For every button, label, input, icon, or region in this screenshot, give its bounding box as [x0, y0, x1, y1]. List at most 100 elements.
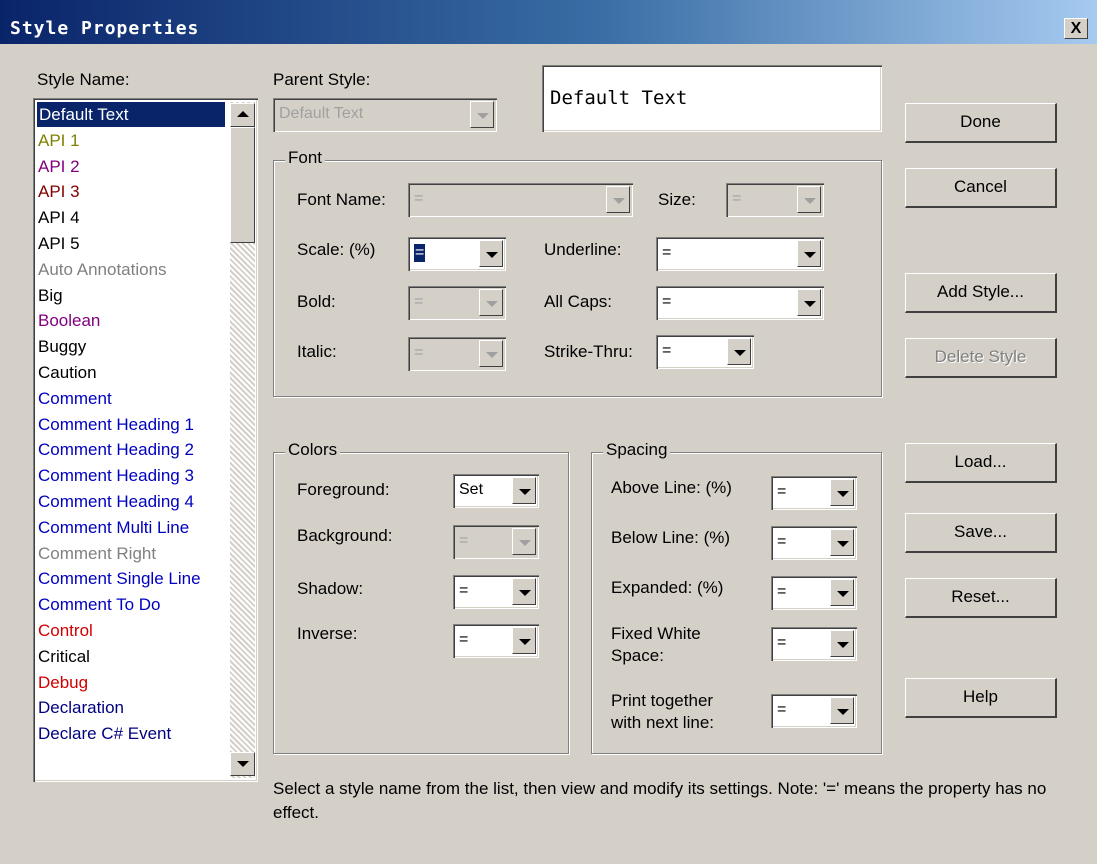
print-together-label: Print together with next line:: [611, 690, 714, 734]
chevron-down-icon: [837, 541, 849, 547]
help-text: Select a style name from the list, then …: [273, 779, 1047, 822]
print-together-label-line1: Print together: [611, 691, 714, 710]
below-line-select[interactable]: =: [771, 526, 857, 560]
print-together-dropdown[interactable]: [830, 697, 854, 724]
above-line-select[interactable]: =: [771, 476, 857, 510]
list-item[interactable]: Caution: [38, 360, 97, 385]
background-label: Background:: [297, 526, 393, 545]
list-item[interactable]: Comment Multi Line: [38, 515, 189, 540]
background-dropdown: [512, 528, 536, 555]
inverse-select[interactable]: =: [453, 624, 539, 658]
list-item[interactable]: Comment Single Line: [38, 566, 201, 591]
list-item[interactable]: Control: [38, 618, 93, 643]
allcaps-dropdown[interactable]: [797, 289, 821, 316]
underline-value: =: [662, 244, 672, 261]
style-name-label: Style Name:: [37, 70, 130, 89]
shadow-dropdown[interactable]: [512, 578, 536, 605]
strike-thru-select[interactable]: =: [656, 335, 754, 369]
help-button[interactable]: Help: [905, 678, 1057, 718]
allcaps-label: All Caps:: [544, 292, 613, 311]
load-button[interactable]: Load...: [905, 443, 1057, 483]
chevron-down-icon: [804, 301, 816, 307]
foreground-select[interactable]: Set: [453, 474, 539, 508]
font-name-label: Font Name:: [297, 190, 386, 209]
done-button[interactable]: Done: [905, 103, 1057, 143]
list-item[interactable]: Comment Right: [38, 541, 156, 566]
colors-group-title: Colors: [285, 440, 341, 460]
underline-label: Underline:: [544, 240, 622, 259]
strike-thru-value: =: [662, 342, 672, 359]
add-style-button[interactable]: Add Style...: [905, 273, 1057, 313]
size-label: Size:: [658, 190, 696, 209]
list-item[interactable]: Comment Heading 1: [38, 412, 194, 437]
above-line-dropdown[interactable]: [830, 479, 854, 506]
underline-dropdown[interactable]: [797, 240, 821, 267]
preview-text: Default Text: [550, 87, 688, 109]
fixed-white-space-dropdown[interactable]: [830, 630, 854, 657]
inverse-dropdown[interactable]: [512, 627, 536, 654]
close-button[interactable]: X: [1064, 18, 1088, 39]
chevron-down-icon: [734, 350, 746, 356]
above-line-value: =: [777, 483, 787, 500]
print-together-select[interactable]: =: [771, 694, 857, 728]
fixed-white-space-select[interactable]: =: [771, 627, 857, 661]
parent-style-value: Default Text: [279, 105, 364, 122]
reset-button[interactable]: Reset...: [905, 578, 1057, 618]
bold-label: Bold:: [297, 292, 336, 311]
list-item[interactable]: Comment: [38, 386, 112, 411]
italic-select: =: [408, 337, 506, 371]
arrow-up-icon: [237, 111, 249, 117]
list-item[interactable]: API 1: [38, 128, 80, 153]
save-button[interactable]: Save...: [905, 513, 1057, 553]
font-name-value: =: [414, 190, 424, 207]
list-item[interactable]: API 4: [38, 205, 80, 230]
inverse-value: =: [459, 631, 469, 648]
strike-thru-dropdown[interactable]: [727, 338, 751, 365]
arrow-down-icon: [237, 761, 249, 767]
list-item[interactable]: Debug: [38, 670, 88, 695]
foreground-label: Foreground:: [297, 480, 390, 499]
scale-select[interactable]: =: [408, 237, 506, 271]
list-item[interactable]: Critical: [38, 644, 90, 669]
scroll-up-button[interactable]: [230, 103, 255, 127]
underline-select[interactable]: =: [656, 237, 824, 271]
foreground-dropdown[interactable]: [512, 477, 536, 504]
list-item[interactable]: Declare C# Event: [38, 721, 171, 746]
expanded-select[interactable]: =: [771, 576, 857, 610]
scroll-thumb[interactable]: [230, 127, 255, 243]
list-item[interactable]: Boolean: [38, 308, 100, 333]
chevron-down-icon: [837, 709, 849, 715]
scale-dropdown[interactable]: [479, 240, 503, 267]
fixed-white-space-value: =: [777, 634, 787, 651]
below-line-value: =: [777, 533, 787, 550]
list-item[interactable]: Comment Heading 3: [38, 463, 194, 488]
chevron-down-icon: [519, 590, 531, 596]
background-select: =: [453, 525, 539, 559]
foreground-value: Set: [459, 481, 484, 498]
below-line-dropdown[interactable]: [830, 529, 854, 556]
print-together-value: =: [777, 701, 787, 718]
expanded-dropdown[interactable]: [830, 579, 854, 606]
allcaps-select[interactable]: =: [656, 286, 824, 320]
print-together-label-line2: with next line:: [611, 713, 714, 732]
list-item[interactable]: Declaration: [38, 695, 124, 720]
cancel-button[interactable]: Cancel: [905, 168, 1057, 208]
shadow-select[interactable]: =: [453, 575, 539, 609]
list-item[interactable]: API 5: [38, 231, 80, 256]
spacing-group-title: Spacing: [603, 440, 671, 460]
list-item[interactable]: Auto Annotations: [38, 257, 167, 282]
scroll-down-button[interactable]: [230, 752, 255, 776]
list-item[interactable]: Default Text: [37, 102, 225, 127]
style-name-list[interactable]: Default Text API 1 API 2 API 3 API 4 API 5 Aut…: [33, 98, 258, 782]
chevron-down-icon: [486, 301, 498, 307]
list-item[interactable]: Comment Heading 4: [38, 489, 194, 514]
chevron-down-icon: [837, 491, 849, 497]
list-item[interactable]: API 3: [38, 179, 80, 204]
list-item[interactable]: API 2: [38, 154, 80, 179]
scale-label: Scale: (%): [297, 240, 376, 259]
list-item[interactable]: Buggy: [38, 334, 86, 359]
size-dropdown: [797, 186, 821, 213]
list-item[interactable]: Comment Heading 2: [38, 437, 194, 462]
list-item[interactable]: Comment To Do: [38, 592, 161, 617]
list-item[interactable]: Big: [38, 283, 63, 308]
